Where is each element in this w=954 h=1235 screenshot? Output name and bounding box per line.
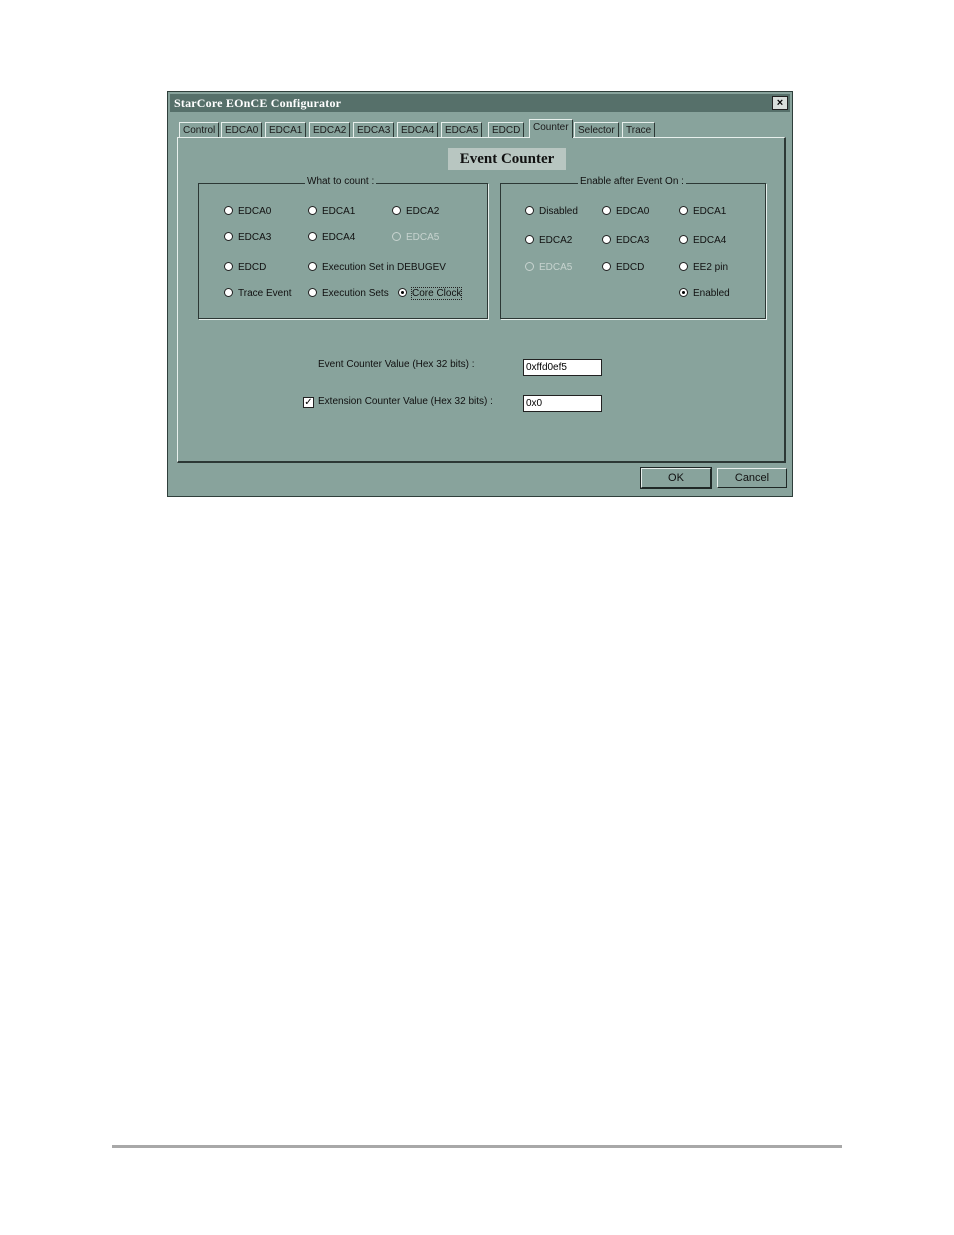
radio-dot-selected [679, 288, 688, 297]
enable-after-event-group: Enable after Event On : Disabled EDCA0 E… [500, 176, 766, 319]
event-counter-input[interactable] [523, 359, 602, 376]
radio-label: EDCA5 [539, 262, 573, 273]
radio-label: Core Clock [410, 287, 463, 300]
event-counter-label: Event Counter Value (Hex 32 bits) : [318, 359, 475, 370]
radio-dot [392, 232, 401, 241]
cancel-button[interactable]: Cancel [717, 468, 787, 488]
radio-dot [308, 288, 317, 297]
radio-label: EDCA3 [616, 235, 650, 246]
count-radio-execution-set-debugev[interactable]: Execution Set in DEBUGEV [308, 262, 446, 274]
tab-edca5[interactable]: EDCA5 [441, 122, 483, 137]
enable-radio-edca4[interactable]: EDCA4 [679, 235, 726, 247]
radio-dot [224, 232, 233, 241]
tab-edca0[interactable]: EDCA0 [221, 122, 263, 137]
radio-label: EDCD [616, 262, 645, 273]
radio-dot [525, 262, 534, 271]
radio-label: EDCA0 [238, 206, 272, 217]
radio-dot [308, 206, 317, 215]
extension-counter-input[interactable] [523, 395, 602, 412]
enable-radio-edca5: EDCA5 [525, 262, 572, 274]
what-to-count-legend: What to count : [305, 176, 377, 187]
radio-label: EDCD [238, 262, 267, 273]
count-radio-execution-sets[interactable]: Execution Sets [308, 288, 389, 300]
radio-dot [224, 262, 233, 271]
title-bar: StarCore EOnCE Configurator × [170, 94, 790, 112]
enable-radio-ee2-pin[interactable]: EE2 pin [679, 262, 728, 274]
radio-label: Execution Set in DEBUGEV [322, 262, 446, 273]
section-title: Event Counter [448, 148, 566, 170]
radio-label: EDCA0 [616, 206, 650, 217]
count-radio-edca0[interactable]: EDCA0 [224, 206, 271, 218]
count-radio-edca4[interactable]: EDCA4 [308, 232, 355, 244]
enable-radio-edca3[interactable]: EDCA3 [602, 235, 649, 247]
radio-dot [308, 232, 317, 241]
tab-trace[interactable]: Trace [622, 122, 656, 137]
extension-counter-label: Extension Counter Value (Hex 32 bits) : [318, 396, 493, 407]
radio-dot [602, 235, 611, 244]
tab-selector[interactable]: Selector [574, 122, 619, 137]
tab-counter[interactable]: Counter [529, 119, 573, 138]
tab-edcd[interactable]: EDCD [488, 122, 525, 137]
enable-radio-edca0[interactable]: EDCA0 [602, 206, 649, 218]
enable-radio-disabled[interactable]: Disabled [525, 206, 578, 218]
radio-label: Disabled [539, 206, 578, 217]
radio-dot [525, 206, 534, 215]
radio-dot [679, 235, 688, 244]
radio-label: EDCA2 [406, 206, 440, 217]
radio-label: EE2 pin [693, 262, 729, 273]
radio-label: EDCA1 [693, 206, 727, 217]
radio-dot [679, 262, 688, 271]
enable-radio-edca2[interactable]: EDCA2 [525, 235, 572, 247]
tab-edca2[interactable]: EDCA2 [309, 122, 351, 137]
tab-edca4[interactable]: EDCA4 [397, 122, 439, 137]
count-radio-edca3[interactable]: EDCA3 [224, 232, 271, 244]
radio-label: Enabled [693, 288, 730, 299]
radio-dot [602, 206, 611, 215]
ok-button[interactable]: OK [640, 467, 712, 489]
count-radio-edca2[interactable]: EDCA2 [392, 206, 439, 218]
count-radio-edca5: EDCA5 [392, 232, 439, 244]
tab-control[interactable]: Control [179, 122, 220, 137]
count-radio-trace-event[interactable]: Trace Event [224, 288, 292, 300]
enable-radio-edca1[interactable]: EDCA1 [679, 206, 726, 218]
count-radio-edcd[interactable]: EDCD [224, 262, 266, 274]
radio-dot [679, 206, 688, 215]
radio-label: EDCA2 [539, 235, 573, 246]
radio-label: EDCA3 [238, 232, 272, 243]
extension-counter-checkbox[interactable]: ✓ [303, 397, 314, 408]
page-footer-rule [112, 1145, 842, 1148]
radio-label: EDCA5 [406, 232, 440, 243]
radio-label: EDCA4 [693, 235, 727, 246]
count-radio-edca1[interactable]: EDCA1 [308, 206, 355, 218]
enable-radio-enabled[interactable]: Enabled [679, 288, 730, 300]
tab-edca3[interactable]: EDCA3 [353, 122, 395, 137]
enable-radio-edcd[interactable]: EDCD [602, 262, 644, 274]
radio-label: EDCA4 [322, 232, 356, 243]
radio-dot-selected [398, 288, 407, 297]
radio-dot [525, 235, 534, 244]
radio-label: Trace Event [238, 288, 292, 299]
radio-dot [224, 206, 233, 215]
radio-dot [224, 288, 233, 297]
count-radio-core-clock[interactable]: Core Clock [398, 287, 463, 300]
radio-dot [602, 262, 611, 271]
radio-dot [392, 206, 401, 215]
what-to-count-group: What to count : EDCA0 EDCA1 EDCA2 EDCA3 … [198, 176, 488, 319]
enable-after-event-legend: Enable after Event On : [578, 176, 686, 187]
radio-dot [308, 262, 317, 271]
configurator-dialog: StarCore EOnCE Configurator × Control ED… [167, 91, 793, 497]
radio-label: EDCA1 [322, 206, 356, 217]
window-title: StarCore EOnCE Configurator [174, 96, 342, 110]
radio-label: Execution Sets [322, 288, 389, 299]
tab-edca1[interactable]: EDCA1 [265, 122, 307, 137]
close-button[interactable]: × [772, 96, 788, 110]
